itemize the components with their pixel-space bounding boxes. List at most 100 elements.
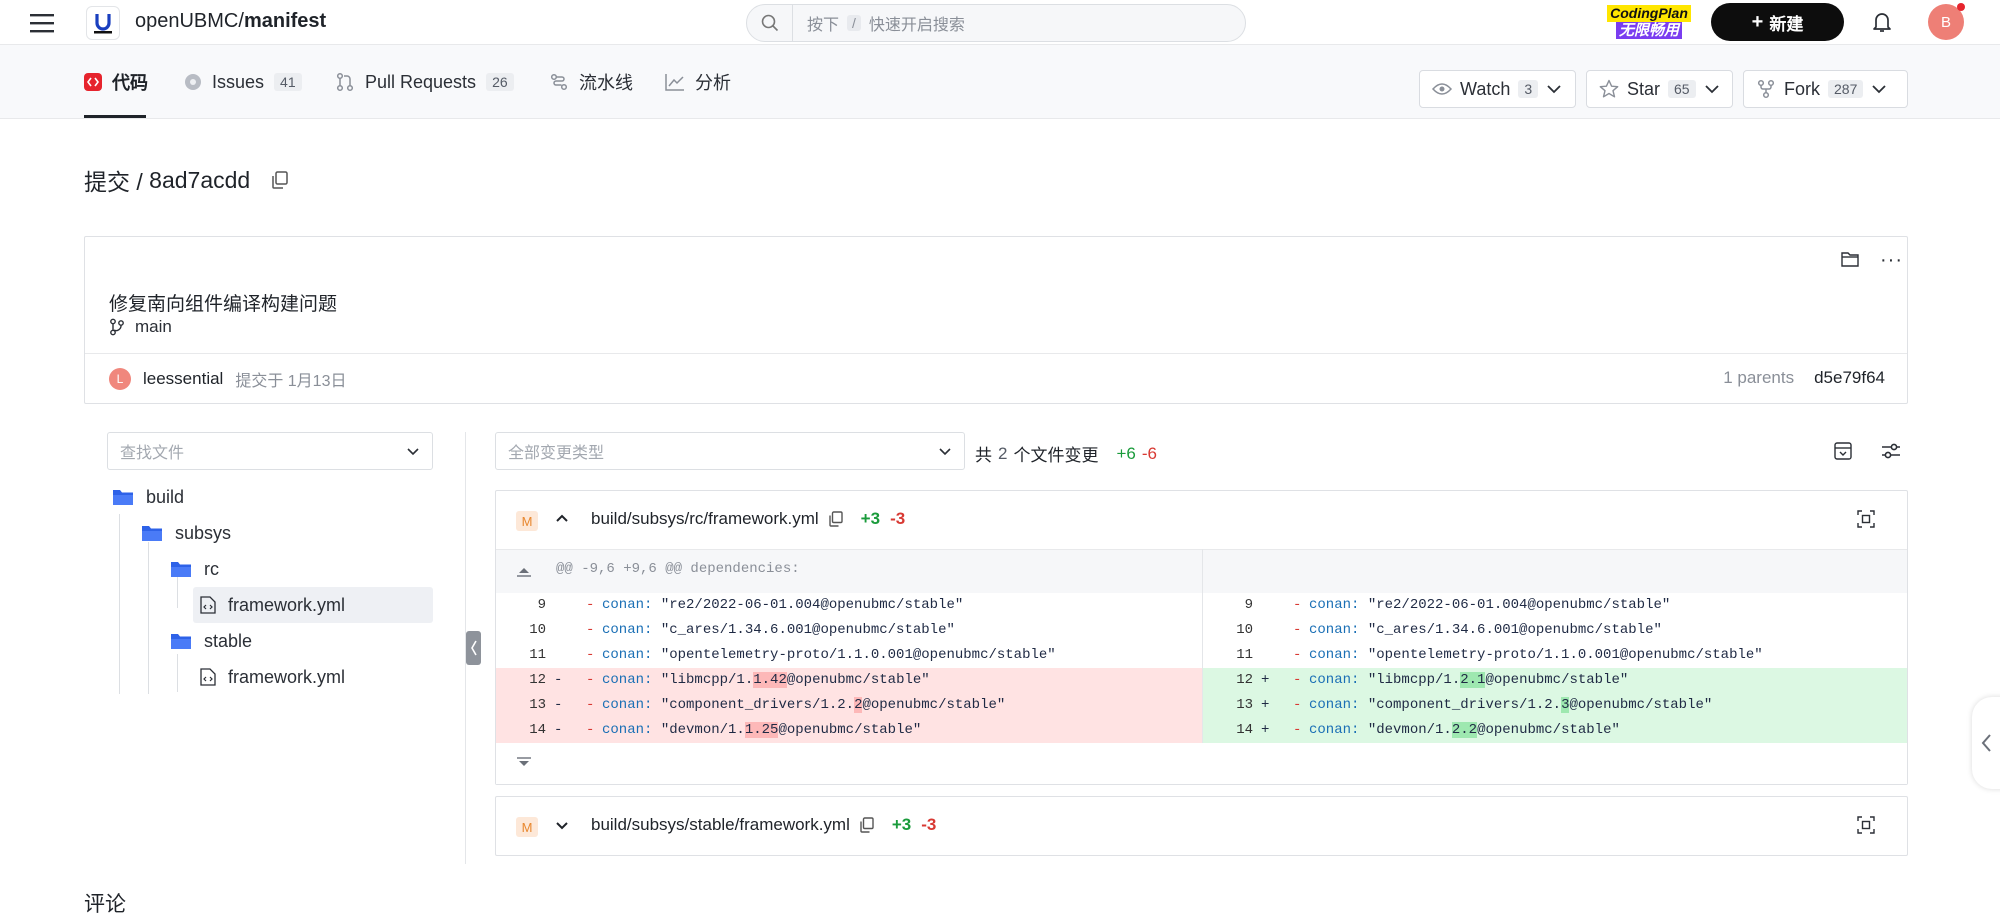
change-type-placeholder: 全部变更类型 xyxy=(508,445,605,462)
tree-folder-rc[interactable]: rc xyxy=(170,551,219,587)
tab-pull-requests[interactable]: Pull Requests 26 xyxy=(335,45,514,119)
changed-token: 1.25 xyxy=(744,722,779,738)
deleted-line: 13- - conan: "component_drivers/1.2.2@open… xyxy=(496,693,1202,718)
file-deletions: -3 xyxy=(890,509,906,528)
collapse-sidebar-handle[interactable] xyxy=(466,631,481,665)
new-button[interactable]: + 新建 xyxy=(1711,3,1844,41)
yaml-list-dash: - xyxy=(1293,672,1302,688)
more-options-icon[interactable]: ··· xyxy=(1880,249,1903,272)
line-number: 11 xyxy=(1236,647,1253,663)
parents-label: 1 parents xyxy=(1723,368,1795,387)
diff-file-header: build/subsys/stable/framework.yml +3 -3 xyxy=(591,815,936,835)
star-button[interactable]: Star 65 xyxy=(1586,70,1733,108)
code-text: conan: "devmon/1.1.25@openubmc/stable" xyxy=(602,718,921,743)
tree-file-stable-framework[interactable]: framework.yml xyxy=(200,659,345,695)
diff-file-path[interactable]: build/subsys/stable/framework.yml xyxy=(591,815,850,835)
file-code-icon xyxy=(200,596,216,614)
page-title: 提交 / 8ad7acdd xyxy=(84,163,288,197)
tree-file-rc-framework[interactable]: framework.yml xyxy=(200,587,345,623)
code-text: conan: "c_ares/1.34.6.001@openubmc/stabl… xyxy=(602,618,955,643)
tree-folder-build[interactable]: build xyxy=(112,479,184,515)
watch-button[interactable]: Watch 3 xyxy=(1419,70,1576,108)
context-line: 9 - conan: "re2/2022-06-01.004@openubmc/st… xyxy=(1203,593,1907,618)
copy-icon[interactable] xyxy=(272,171,288,189)
changed-token: 1.42 xyxy=(753,672,787,688)
commit-branch[interactable]: main xyxy=(109,317,172,337)
copy-icon[interactable] xyxy=(828,511,843,527)
context-line: 11 - conan: "opentelemetry-proto/1.1.0.001… xyxy=(1203,643,1907,668)
tree-folder-stable[interactable]: stable xyxy=(170,623,252,659)
tab-analytics[interactable]: 分析 xyxy=(665,45,731,119)
tree-label: build xyxy=(146,486,185,507)
eye-icon xyxy=(1432,81,1452,97)
line-number: 11 xyxy=(529,647,546,663)
author-name[interactable]: leessential xyxy=(143,369,223,389)
pipeline-icon xyxy=(549,72,569,92)
expand-up-icon[interactable] xyxy=(516,564,532,578)
issue-icon xyxy=(184,73,202,91)
tab-issues-label: Issues xyxy=(212,71,265,92)
total-deletions: -6 xyxy=(1141,443,1157,463)
settings-sliders-icon[interactable] xyxy=(1881,442,1901,460)
author-avatar[interactable]: L xyxy=(109,368,131,390)
change-type-select[interactable]: 全部变更类型 xyxy=(495,432,965,470)
codingplan-promo[interactable]: CodingPlan 无限畅用 xyxy=(1607,3,1691,41)
changed-token: 2.2 xyxy=(1451,722,1478,738)
tab-issues[interactable]: Issues 41 xyxy=(184,45,302,119)
summary-prefix: 共 xyxy=(975,446,992,465)
search-hint-prefix: 按下 xyxy=(807,17,840,34)
diff-file-path[interactable]: build/subsys/rc/framework.yml xyxy=(591,509,819,529)
side-panel-toggle[interactable] xyxy=(1972,697,2000,789)
search-hint-key: / xyxy=(847,15,861,31)
notification-dot xyxy=(1957,3,1965,11)
bell-icon[interactable] xyxy=(1872,11,1892,33)
tree-folder-subsys[interactable]: subsys xyxy=(141,515,231,551)
code-value: "re2/2022-06-01.004@openubmc/stable" xyxy=(652,597,964,613)
diff-sign: + xyxy=(1261,722,1270,738)
chart-icon xyxy=(665,73,685,91)
code-text: conan: "component_drivers/1.2.2@openubmc… xyxy=(602,693,1005,718)
chevron-down-icon[interactable] xyxy=(555,821,569,831)
folder-icon[interactable] xyxy=(1841,251,1859,267)
tab-pipelines[interactable]: 流水线 xyxy=(549,45,633,119)
yaml-key: conan: xyxy=(602,722,653,738)
yaml-list-dash: - xyxy=(586,722,595,738)
tree-label: stable xyxy=(204,630,253,651)
code-icon xyxy=(84,73,102,91)
diff-right-pane: 9- conan: "re2/2022-06-01.004@openubmc/st… xyxy=(1203,593,1907,743)
expand-down-icon[interactable] xyxy=(516,756,532,770)
modified-badge: M xyxy=(516,817,538,837)
yaml-list-dash: - xyxy=(586,672,595,688)
yaml-list-dash: - xyxy=(586,647,595,663)
repo-link[interactable]: manifest xyxy=(244,10,326,33)
chevron-down-icon xyxy=(1704,84,1720,94)
global-search[interactable]: 按下 / 快速开启搜索 xyxy=(746,4,1246,42)
page-title-prefix: 提交 / xyxy=(84,169,150,195)
folder-icon xyxy=(170,632,192,650)
org-link[interactable]: openUBMC xyxy=(135,10,238,33)
diff-sign: - xyxy=(554,722,563,738)
plus-icon: + xyxy=(1751,11,1764,33)
branch-name: main xyxy=(135,317,172,336)
line-number: 9 xyxy=(537,597,546,613)
focus-view-icon[interactable] xyxy=(1857,510,1875,528)
file-search-placeholder: 查找文件 xyxy=(120,445,185,462)
fork-button[interactable]: Fork 287 xyxy=(1743,70,1908,108)
file-search-input[interactable]: 查找文件 xyxy=(107,432,433,470)
yaml-list-dash: - xyxy=(586,622,595,638)
tree-label: rc xyxy=(204,558,219,579)
chevron-down-icon xyxy=(406,447,420,456)
menu-icon[interactable] xyxy=(30,12,54,34)
yaml-key: conan: xyxy=(602,597,653,613)
file-code-icon xyxy=(200,668,216,686)
star-label: Star xyxy=(1627,78,1661,99)
focus-view-icon[interactable] xyxy=(1857,816,1875,834)
collapse-all-icon[interactable] xyxy=(1834,442,1852,460)
chevron-up-icon[interactable] xyxy=(555,513,569,523)
org-logo[interactable] xyxy=(86,6,120,40)
copy-icon[interactable] xyxy=(860,817,874,833)
tab-code[interactable]: 代码 xyxy=(84,45,148,119)
top-bar: openUBMC / manifest 按下 / 快速开启搜索 CodingPl… xyxy=(0,0,2000,45)
parent-hash-link[interactable]: d5e79f64 xyxy=(1814,368,1885,388)
code-text: conan: "c_ares/1.34.6.001@openubmc/stabl… xyxy=(1309,618,1662,643)
